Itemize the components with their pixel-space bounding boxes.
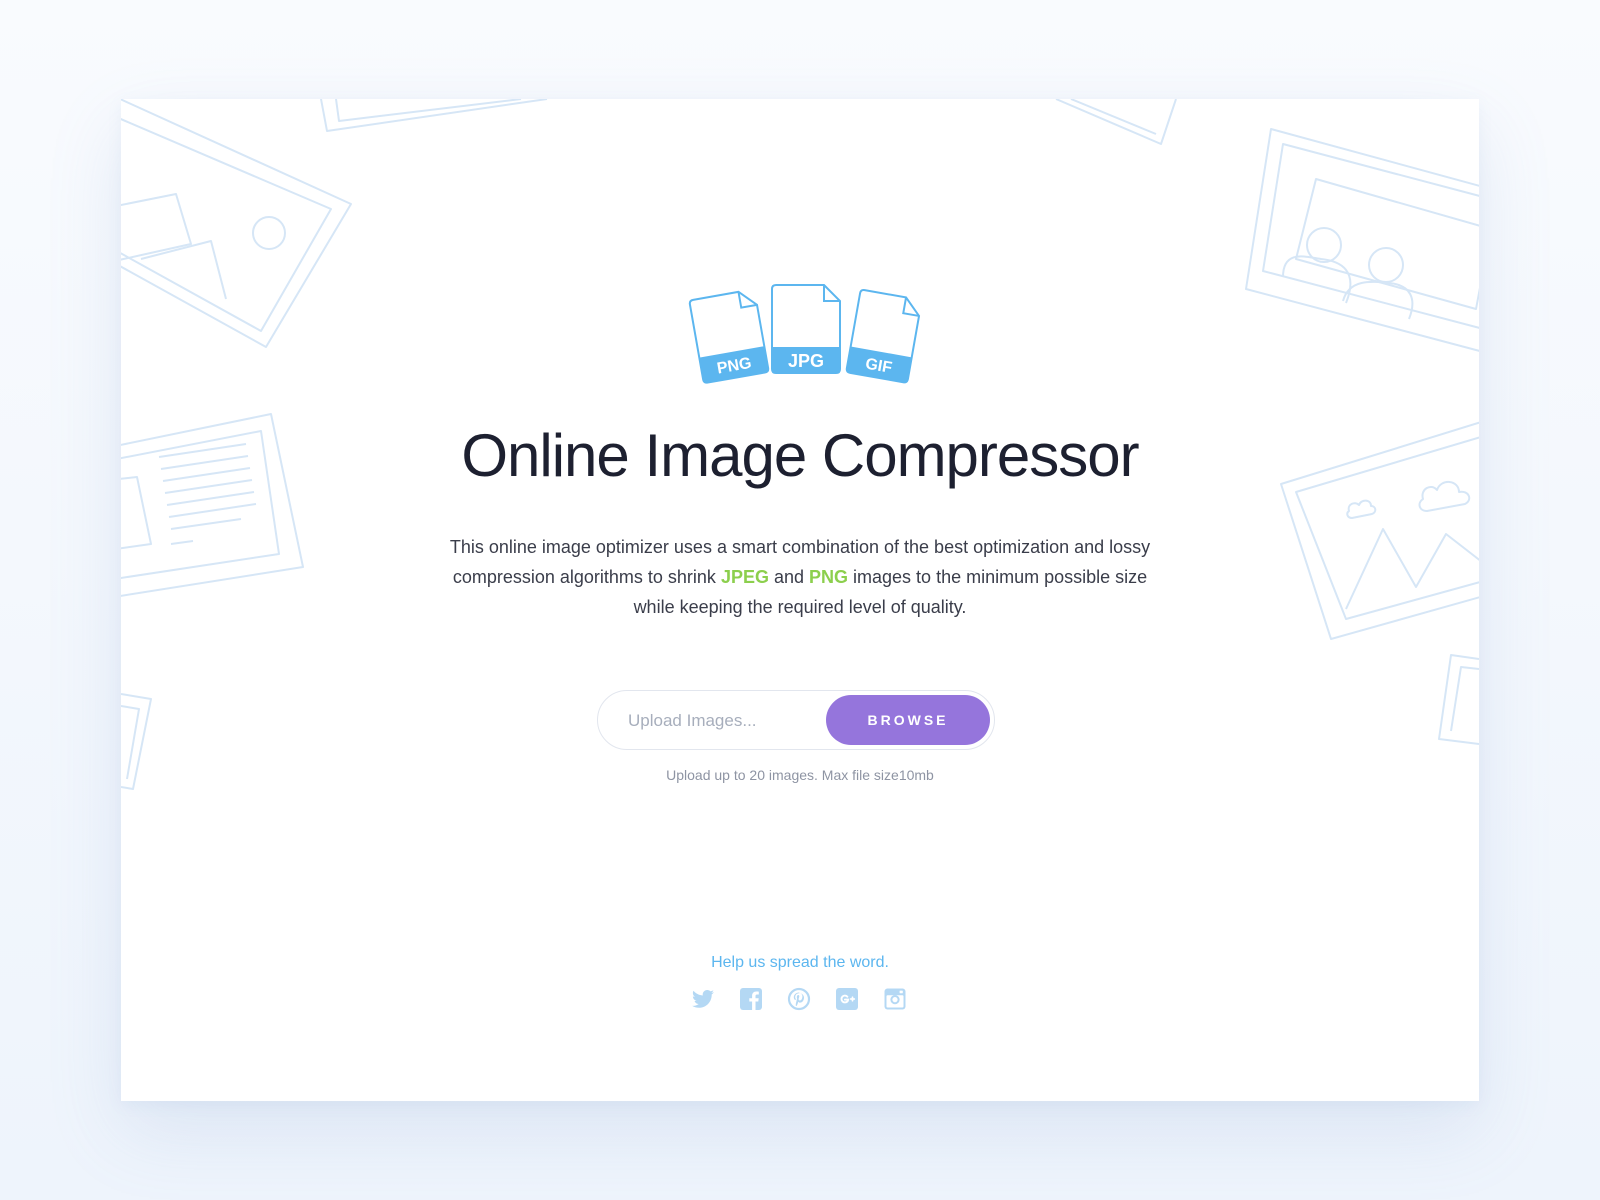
- page-title: Online Image Compressor: [461, 422, 1139, 489]
- highlight-jpeg: JPEG: [720, 567, 769, 587]
- google-plus-icon[interactable]: [835, 987, 859, 1011]
- twitter-icon[interactable]: [691, 987, 715, 1011]
- description-text-middle: and: [768, 567, 810, 587]
- pinterest-icon[interactable]: [787, 987, 811, 1011]
- facebook-icon[interactable]: [739, 987, 763, 1011]
- jpg-file-label: JPG: [788, 351, 824, 371]
- spread-the-word-text: Help us spread the word.: [711, 954, 889, 971]
- highlight-png: PNG: [809, 567, 849, 587]
- instagram-icon[interactable]: [883, 987, 907, 1011]
- file-type-icons: PNG JPG GIF: [688, 284, 921, 384]
- main-card: PNG JPG GIF Online Image Compressor This…: [121, 99, 1479, 1101]
- upload-field: BROWSE: [597, 690, 995, 751]
- jpg-file-icon: JPG: [771, 284, 841, 374]
- png-file-icon: PNG: [688, 290, 770, 384]
- upload-input[interactable]: [626, 691, 820, 751]
- social-icons: [691, 987, 907, 1013]
- page-description: This online image optimizer uses a smart…: [445, 532, 1155, 622]
- gif-file-icon: GIF: [845, 289, 921, 384]
- upload-limit-note: Upload up to 20 images. Max file size10m…: [666, 767, 934, 783]
- browse-button[interactable]: BROWSE: [826, 695, 990, 745]
